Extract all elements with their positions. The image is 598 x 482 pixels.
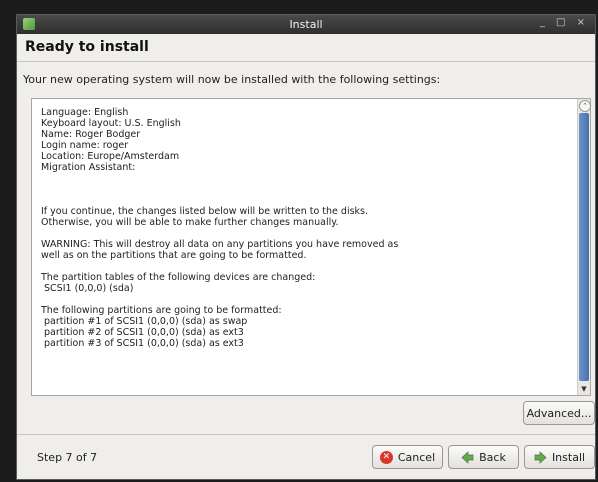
summary-line: [41, 195, 570, 206]
summary-line: Migration Assistant:: [41, 162, 136, 173]
summary-line: The following partitions are going to be…: [41, 305, 282, 316]
header-divider: [17, 61, 595, 62]
summary-line: Name: Roger Bodger: [41, 129, 141, 140]
summary-line: WARNING: This will destroy all data on a…: [41, 239, 399, 250]
summary-line: SCSI1 (0,0,0) (sda): [41, 283, 134, 294]
summary-line: [41, 294, 570, 305]
summary-line: [41, 173, 570, 184]
installer-window: Install _ □ × Ready to install Your new …: [16, 14, 596, 480]
summary-text: Language: English Keyboard layout: U.S. E…: [41, 107, 570, 349]
summary-line: Otherwise, you will be able to make furt…: [41, 217, 339, 228]
back-arrow-icon: [461, 450, 474, 464]
summary-line: Language: English: [41, 107, 129, 118]
forward-arrow-icon: [534, 450, 547, 464]
summary-line: partition #3 of SCSI1 (0,0,0) (sda) as e…: [41, 338, 244, 349]
summary-line: partition #1 of SCSI1 (0,0,0) (sda) as s…: [41, 316, 248, 327]
summary-line: Location: Europe/Amsterdam: [41, 151, 180, 162]
back-button[interactable]: Back: [448, 445, 519, 469]
summary-line: well as on the partitions that are going…: [41, 250, 307, 261]
back-label: Back: [479, 450, 506, 464]
summary-line: [41, 228, 570, 239]
install-button[interactable]: Install: [524, 445, 595, 469]
install-label: Install: [551, 450, 586, 464]
summary-line: Login name: roger: [41, 140, 129, 151]
summary-line: partition #2 of SCSI1 (0,0,0) (sda) as e…: [41, 327, 244, 338]
scroll-up-icon[interactable]: ⌃: [579, 100, 591, 112]
advanced-button[interactable]: Advanced...: [523, 401, 595, 425]
cancel-button[interactable]: ✕ Cancel: [372, 445, 443, 469]
summary-line: Keyboard layout: U.S. English: [41, 118, 181, 129]
cancel-label: Cancel: [397, 450, 436, 464]
summary-line: [41, 184, 570, 195]
scroll-thumb[interactable]: [579, 113, 589, 381]
summary-line: [41, 261, 570, 272]
window-controls[interactable]: _ □ ×: [540, 17, 589, 28]
intro-text: Your new operating system will now be in…: [23, 73, 441, 86]
summary-line: The partition tables of the following de…: [41, 272, 316, 283]
footer-divider: [17, 434, 595, 435]
window-title: Install: [289, 18, 323, 31]
summary-text-area[interactable]: Language: English Keyboard layout: U.S. E…: [31, 98, 591, 396]
vertical-scrollbar[interactable]: ⌃ ▼: [577, 99, 591, 395]
step-indicator: Step 7 of 7: [37, 451, 98, 464]
cancel-icon: ✕: [379, 450, 393, 464]
summary-line: If you continue, the changes listed belo…: [41, 206, 369, 217]
page-title: Ready to install: [25, 39, 149, 55]
title-bar[interactable]: Install _ □ ×: [17, 15, 595, 34]
scroll-down-icon[interactable]: ▼: [579, 384, 589, 394]
